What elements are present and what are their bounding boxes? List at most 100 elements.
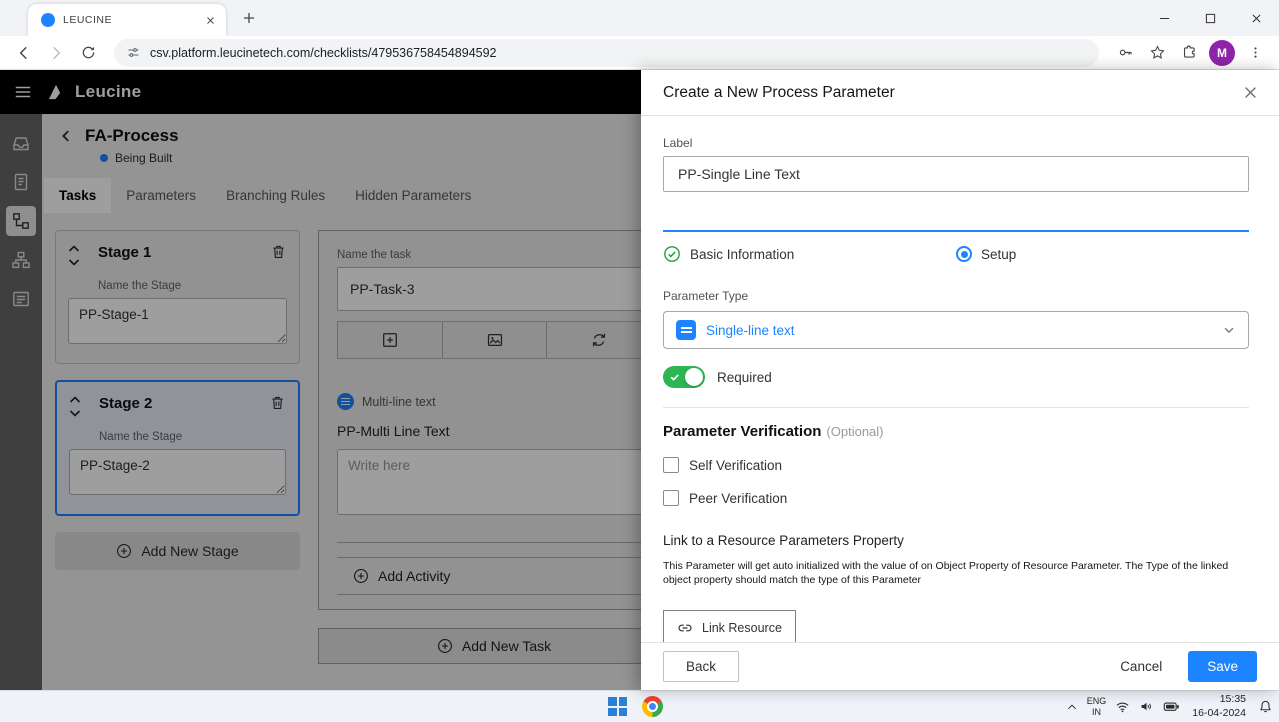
tab-close-icon[interactable]: [202, 12, 218, 28]
tab-title: LEUCINE: [63, 14, 202, 26]
sidebar-item-reports[interactable]: [6, 284, 36, 314]
profile-avatar[interactable]: M: [1209, 40, 1235, 66]
self-verification-checkbox[interactable]: [663, 457, 679, 473]
stage-name-input[interactable]: PP-Stage-1: [68, 298, 287, 344]
task-column: Name the task: [318, 230, 670, 664]
sidebar-item-processes[interactable]: [6, 206, 36, 236]
save-button[interactable]: Save: [1188, 651, 1257, 682]
delete-stage-icon[interactable]: [270, 243, 287, 260]
clock-time: 15:35: [1220, 693, 1246, 707]
add-parameter-icon[interactable]: [338, 322, 442, 358]
sidebar-item-inbox[interactable]: [6, 128, 36, 158]
reload-button[interactable]: [75, 40, 101, 66]
move-stage-down-icon[interactable]: [69, 410, 91, 417]
site-info-icon[interactable]: [126, 45, 141, 60]
tray-expand-icon[interactable]: [1066, 701, 1078, 713]
parameter-label-input[interactable]: [663, 156, 1249, 192]
window-controls: [1141, 0, 1279, 36]
step-basic-information[interactable]: Basic Information: [663, 245, 956, 263]
tab-branching-rules[interactable]: Branching Rules: [211, 178, 340, 213]
cancel-button[interactable]: Cancel: [1106, 652, 1176, 681]
stage-name-input[interactable]: PP-Stage-2: [69, 449, 286, 495]
browser-menu-icon[interactable]: [1242, 40, 1268, 66]
password-key-icon[interactable]: [1112, 40, 1138, 66]
move-stage-down-icon[interactable]: [68, 259, 90, 266]
toggle-knob: [685, 368, 703, 386]
add-activity-button[interactable]: Add Activity: [337, 557, 651, 595]
tab-parameters[interactable]: Parameters: [111, 178, 211, 213]
add-new-stage-label: Add New Stage: [141, 543, 238, 559]
stage-reorder-controls: [69, 394, 91, 417]
add-activity-label: Add Activity: [378, 568, 450, 584]
move-stage-up-icon[interactable]: [68, 245, 90, 252]
required-toggle[interactable]: [663, 366, 705, 388]
maximize-button[interactable]: [1187, 0, 1233, 36]
peer-verification-checkbox[interactable]: [663, 490, 679, 506]
stage-card-2[interactable]: Stage 2 Name the Stage PP-Stage-2: [55, 380, 300, 516]
multiline-text-icon: [337, 393, 354, 410]
dialog-close-icon[interactable]: [1244, 86, 1257, 99]
verification-optional-text: (Optional): [826, 424, 883, 439]
sidebar-item-hierarchy[interactable]: [6, 245, 36, 275]
parameter-type-caption: Parameter Type: [663, 289, 1249, 303]
section-divider: [663, 407, 1249, 408]
required-label: Required: [717, 370, 772, 385]
step-setup[interactable]: Setup: [956, 245, 1249, 263]
activity-textarea[interactable]: [337, 449, 651, 515]
stage-title: Stage 1: [98, 243, 270, 261]
tab-tasks[interactable]: Tasks: [44, 178, 111, 213]
back-step-button[interactable]: Back: [663, 651, 739, 682]
url-text: csv.platform.leucinetech.com/checklists/…: [150, 46, 497, 60]
wizard-steps: Basic Information Setup: [663, 245, 1249, 263]
task-name-input[interactable]: [337, 267, 651, 311]
add-media-icon[interactable]: [442, 322, 546, 358]
parameter-type-value: Single-line text: [706, 323, 1222, 338]
back-chevron-icon[interactable]: [59, 129, 73, 143]
page-viewport: Leucine: [0, 70, 1279, 690]
hamburger-menu-icon[interactable]: [14, 82, 34, 102]
close-window-button[interactable]: [1233, 0, 1279, 36]
delete-stage-icon[interactable]: [269, 394, 286, 411]
link-resource-button[interactable]: Link Resource: [663, 610, 796, 642]
plus-circle-icon: [353, 568, 369, 584]
move-stage-up-icon[interactable]: [69, 396, 91, 403]
label-caption: Label: [663, 136, 1249, 150]
status-dot-icon: [100, 154, 108, 162]
new-tab-button[interactable]: [240, 9, 258, 27]
required-row: Required: [663, 366, 1249, 388]
link-resource-title: Link to a Resource Parameters Property: [663, 533, 1249, 548]
stage-card-1[interactable]: Stage 1 Name the Stage PP-Stage-1: [55, 230, 300, 364]
extensions-puzzle-icon[interactable]: [1176, 40, 1202, 66]
volume-icon[interactable]: [1139, 699, 1154, 714]
tab-hidden-parameters[interactable]: Hidden Parameters: [340, 178, 486, 213]
back-button[interactable]: [11, 40, 37, 66]
taskbar-clock[interactable]: 15:35 16-04-2024: [1192, 693, 1246, 720]
browser-navbar: csv.platform.leucinetech.com/checklists/…: [0, 36, 1279, 70]
add-new-stage-button[interactable]: Add New Stage: [55, 532, 300, 570]
language-indicator[interactable]: ENG IN: [1087, 696, 1107, 718]
add-new-task-button[interactable]: Add New Task: [318, 628, 670, 664]
task-toolbar: [337, 321, 651, 359]
link-chain-icon: [677, 620, 693, 636]
self-verification-row: Self Verification: [663, 457, 1249, 473]
bookmark-star-icon[interactable]: [1144, 40, 1170, 66]
task-recurrence-icon[interactable]: [546, 322, 650, 358]
browser-tabstrip: LEUCINE: [0, 0, 1279, 36]
chrome-taskbar-icon[interactable]: [642, 696, 663, 717]
step-progress-rule: [663, 230, 1249, 232]
battery-icon[interactable]: [1163, 698, 1180, 715]
create-parameter-dialog: Create a New Process Parameter Label Bas…: [641, 70, 1279, 690]
notifications-bell-icon[interactable]: [1258, 699, 1273, 714]
step-basic-label: Basic Information: [690, 247, 794, 262]
wifi-icon[interactable]: [1115, 699, 1130, 714]
task-name-label: Name the task: [337, 249, 651, 261]
minimize-button[interactable]: [1141, 0, 1187, 36]
forward-button[interactable]: [43, 40, 69, 66]
windows-start-icon[interactable]: [608, 697, 627, 716]
parameter-type-select[interactable]: Single-line text: [663, 311, 1249, 349]
stage-name-label: Name the Stage: [98, 280, 287, 292]
browser-tab[interactable]: LEUCINE: [28, 4, 226, 36]
url-bar[interactable]: csv.platform.leucinetech.com/checklists/…: [114, 39, 1099, 67]
single-line-text-icon: [676, 320, 696, 340]
sidebar-item-checklists[interactable]: [6, 167, 36, 197]
